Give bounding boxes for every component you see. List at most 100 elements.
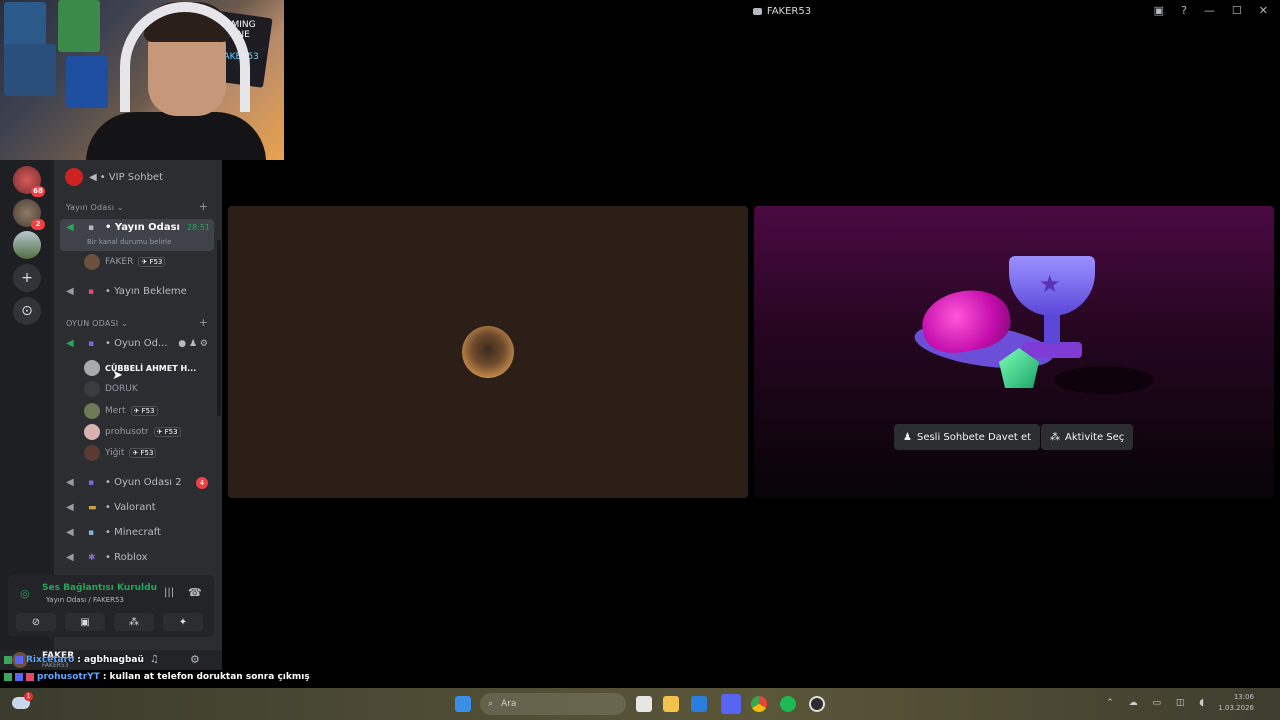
speaker-icon: ◀ (66, 338, 74, 349)
voice-user[interactable]: DORUK (84, 381, 138, 397)
trophy-base (1022, 342, 1082, 358)
choose-activity-button[interactable]: ⁂ Aktivite Seç (1041, 424, 1134, 450)
window-title-text: FAKER53 (766, 5, 812, 17)
scrollbar[interactable] (217, 240, 221, 416)
discord-icon[interactable] (721, 694, 741, 714)
voice-user[interactable]: Yiğit ✈ F53 ▬ (84, 445, 157, 461)
channel-oyun-odasi-2[interactable]: ◀ ▪ • Oyun Odası 2 4 (54, 476, 218, 489)
avatar (84, 424, 100, 440)
voice-user[interactable]: CÜBBELİ AHMET H... (84, 360, 196, 376)
shadow (1054, 366, 1154, 394)
obs-icon[interactable] (809, 696, 825, 712)
voice-channel-path[interactable]: Yayın Odası / FAKER53 (46, 596, 124, 604)
store-icon[interactable] (691, 696, 707, 712)
add-channel-button[interactable]: + (199, 316, 208, 329)
mention-badge: 4 (196, 476, 208, 489)
soundboard-button[interactable]: ✦ (163, 613, 203, 631)
server-icon[interactable]: 68 (13, 166, 45, 197)
chat-text: : agbhıagbaü (77, 655, 144, 665)
avatar (84, 381, 100, 397)
voice-channel-icon: ▪ (88, 286, 95, 297)
time: 13:06 (1233, 693, 1254, 701)
channel-name: • Oyun Od... (105, 338, 168, 349)
poster (4, 44, 56, 96)
channel-name: • Valorant (105, 502, 156, 513)
voice-channel-icon: ▪ (88, 222, 95, 233)
minimize-icon[interactable]: — (1204, 4, 1215, 17)
headphones-icon[interactable]: ♫ (150, 654, 159, 665)
channel-yayin-bekleme[interactable]: ◀ ▪ • Yayın Bekleme (54, 286, 218, 297)
add-channel-button[interactable]: + (199, 200, 208, 213)
window-controls: ▣ ? — ☐ ✕ (1154, 4, 1268, 17)
invader-icon: ✱ (88, 552, 96, 563)
category-oyun[interactable]: OYUN ODASI ⌄ (66, 319, 128, 328)
speaker-icon: ◀ (66, 222, 74, 233)
channel-name: • Roblox (105, 552, 148, 563)
channel-minecraft[interactable]: ◀ ▪ • Minecraft (54, 527, 218, 538)
help-icon[interactable]: ? (1181, 4, 1187, 17)
channel-valorant[interactable]: ◀ ▬ • Valorant (54, 502, 218, 513)
channel-name: • VIP Sohbet (99, 171, 164, 183)
task-view-icon[interactable] (636, 696, 652, 712)
gamepad-icon: ▪ (88, 338, 95, 349)
maximize-icon[interactable]: ☐ (1232, 4, 1242, 17)
add-server-button[interactable]: + (13, 264, 41, 292)
channel-roblox[interactable]: ◀ ✱ • Roblox (54, 552, 218, 563)
channel-name: • Minecraft (105, 527, 161, 538)
voice-status[interactable]: Ses Bağlantısı Kuruldu (42, 583, 157, 593)
disconnect-icon[interactable]: ☎ (188, 586, 202, 599)
clock[interactable]: 13:06 1.03.2026 (1218, 692, 1254, 714)
channel-name: • Oyun Odası 2 (105, 477, 182, 488)
invite-to-voice-button[interactable]: ♟ Sesli Sohbete Davet et (894, 424, 1041, 450)
avatar (84, 403, 100, 419)
star-icon: ★ (1039, 270, 1061, 298)
spotify-icon[interactable] (780, 696, 796, 712)
noise-suppression-icon[interactable]: ||| (164, 587, 174, 598)
user-name: Mert (105, 406, 126, 416)
chat-message: prohusotrYT : kullan at telefon doruktan… (4, 672, 310, 682)
choose-label: Aktivite Seç (1065, 431, 1125, 443)
voice-user[interactable]: Mert ✈ F53 (84, 403, 158, 419)
voice-panel: ◎ Ses Bağlantısı Kuruldu Yayın Odası / F… (8, 575, 214, 637)
participant-avatar (462, 326, 514, 378)
badge-icon (15, 656, 23, 664)
search-input[interactable]: ⌕ Ara (480, 693, 626, 715)
window-title: FAKER53 (752, 5, 812, 17)
avatar (84, 445, 100, 461)
user-name: prohusotr (105, 427, 149, 437)
start-icon[interactable] (455, 696, 471, 712)
inbox-icon[interactable]: ▣ (1154, 4, 1164, 17)
activities-button[interactable]: ⁂ (114, 613, 154, 631)
poster (58, 0, 100, 52)
voice-user[interactable]: FAKER ✈ F53 (84, 254, 166, 270)
speaker-icon: ◀ (89, 171, 97, 183)
explore-icon[interactable]: ⊙ (13, 297, 41, 325)
screenshare-button[interactable]: ▣ (65, 613, 105, 631)
speaker-icon: ◀ (66, 477, 74, 488)
video-tile[interactable] (228, 206, 748, 498)
server-icon[interactable] (13, 231, 41, 259)
taskbar: 1 ⌕ Ara ⌃ ☁ ▭ ◫ ◖ 13:06 1.03.2026 (0, 688, 1280, 720)
channel-oyun-odasi[interactable]: ◀ ▪ • Oyun Od... ● ♟ ⚙ (54, 338, 218, 349)
voice-user[interactable]: prohusotr ✈ F53 ⊘ (84, 424, 181, 440)
channel-actions[interactable]: ● ♟ ⚙ (178, 339, 208, 349)
user-name: Yiğit (105, 448, 125, 458)
server-tag: ✈ F53 (138, 257, 166, 267)
system-tray[interactable]: ⌃ ☁ ▭ ◫ ◖ (1106, 698, 1210, 708)
channel-vip[interactable]: ◀ • VIP Sohbet (54, 168, 218, 186)
badge-icon (26, 673, 34, 681)
channel-status[interactable]: Bir kanal durumu belirle (87, 238, 171, 246)
signal-icon: ◎ (20, 587, 30, 600)
chrome-icon[interactable] (751, 696, 767, 712)
settings-icon[interactable]: ⚙ (190, 653, 200, 666)
file-explorer-icon[interactable] (663, 696, 679, 712)
close-icon[interactable]: ✕ (1259, 4, 1268, 17)
trophy-stem (1044, 314, 1060, 344)
poster (66, 56, 108, 108)
camera-button[interactable]: ⊘ (16, 613, 56, 631)
channel-yayin-odasi[interactable]: ◀ ▪ • Yayın Odası 28:51 (54, 222, 218, 233)
server-icon[interactable]: 2 (13, 199, 45, 230)
notification-badge: 1 (24, 692, 33, 701)
activity-icon: ⁂ (1050, 431, 1060, 443)
category-yayin[interactable]: Yayın Odası ⌄ (66, 203, 124, 212)
